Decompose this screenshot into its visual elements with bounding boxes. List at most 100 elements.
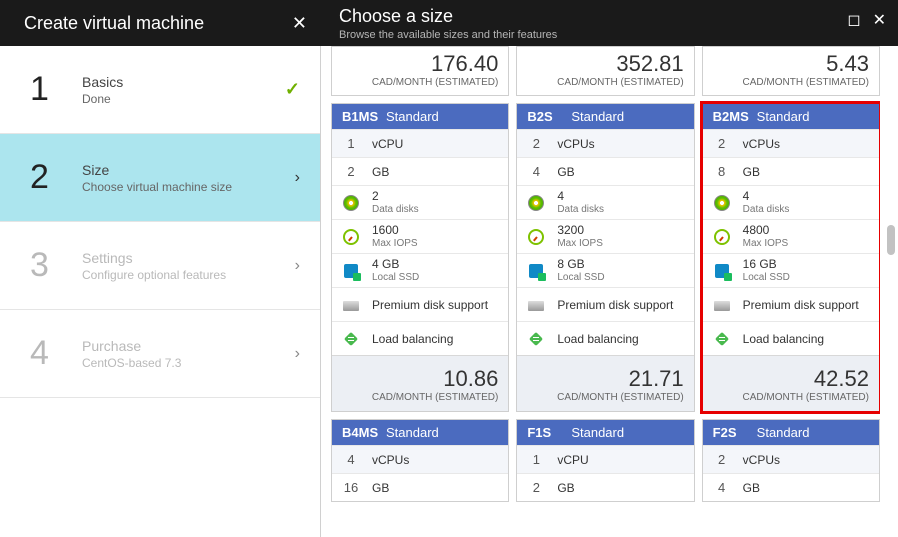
step-number: 2: [30, 158, 64, 197]
size-code: F1S: [527, 425, 571, 440]
spec-row: 4Data disks: [517, 185, 693, 219]
size-card-f1s[interactable]: F1SStandard1vCPU2GB: [516, 419, 694, 502]
spec-row: 1vCPU: [332, 129, 508, 157]
size-card-b2s[interactable]: B2SStandard2vCPUs4GB4Data disks3200Max I…: [516, 103, 694, 412]
restore-icon[interactable]: ◻: [847, 10, 860, 30]
spec-row: 4GB: [517, 157, 693, 185]
size-card-b2ms[interactable]: B2MSStandard2vCPUs8GB4Data disks4800Max …: [702, 103, 880, 412]
gauge-icon: [714, 229, 730, 245]
size-tier: Standard: [386, 425, 439, 440]
spec-value: 1600: [372, 224, 418, 237]
chevron-right-icon: ›: [295, 169, 300, 187]
spec-value: 8: [713, 164, 731, 179]
spec-label: vCPU: [557, 453, 588, 467]
spec-label: Max IOPS: [372, 238, 418, 249]
spec-value: 8 GB: [557, 258, 604, 271]
close-icon[interactable]: ✕: [292, 13, 307, 34]
chevron-right-icon: ›: [295, 345, 300, 363]
spec-label: Premium disk support: [743, 298, 859, 312]
load-balancing-icon: [528, 331, 544, 347]
spec-value: 2: [527, 136, 545, 151]
wizard-step-settings[interactable]: 3SettingsConfigure optional features›: [0, 222, 320, 310]
spec-label: GB: [743, 165, 760, 179]
price-value: 42.52: [703, 366, 869, 392]
price-value: 5.43: [703, 51, 869, 77]
size-card-b4ms[interactable]: B4MSStandard4vCPUs16GB: [331, 419, 509, 502]
spec-label: vCPUs: [557, 137, 594, 151]
spec-value: 4: [527, 164, 545, 179]
load-balancing-icon: [714, 331, 730, 347]
size-tier: Standard: [386, 109, 439, 124]
disk-icon: [343, 195, 359, 211]
spec-value: 1: [527, 452, 545, 467]
spec-value: 16 GB: [743, 258, 790, 271]
size-card-f2s[interactable]: F2SStandard2vCPUs4GB: [702, 419, 880, 502]
step-number: 3: [30, 246, 64, 285]
card-header: F1SStandard: [517, 420, 693, 445]
scrollbar-thumb[interactable]: [887, 225, 895, 255]
step-subtitle: Configure optional features: [82, 268, 295, 282]
spec-label: Data disks: [557, 204, 604, 215]
card-header: B2MSStandard: [703, 104, 879, 129]
wizard-step-size[interactable]: 2SizeChoose virtual machine size›: [0, 134, 320, 222]
spec-label: Local SSD: [743, 272, 790, 283]
step-title: Purchase: [82, 338, 295, 354]
size-card-partial-top[interactable]: 176.40CAD/MONTH (ESTIMATED): [331, 46, 509, 96]
price-unit: CAD/MONTH (ESTIMATED): [703, 77, 869, 88]
size-code: B1MS: [342, 109, 386, 124]
spec-value: 2: [527, 480, 545, 495]
close-icon[interactable]: ✕: [873, 10, 886, 30]
gauge-icon: [343, 229, 359, 245]
spec-label: Local SSD: [557, 272, 604, 283]
card-header: B1MSStandard: [332, 104, 508, 129]
spec-label: vCPUs: [743, 137, 780, 151]
spec-label: GB: [372, 165, 389, 179]
spec-row: 4GB: [703, 473, 879, 501]
size-card-b1ms[interactable]: B1MSStandard1vCPU2GB2Data disks1600Max I…: [331, 103, 509, 412]
wizard-steps: 1BasicsDone✓2SizeChoose virtual machine …: [0, 0, 321, 537]
spec-label: vCPUs: [372, 453, 409, 467]
price-value: 10.86: [332, 366, 498, 392]
spec-row: 16 GBLocal SSD: [703, 253, 879, 287]
size-code: B2MS: [713, 109, 757, 124]
spec-row: 4800Max IOPS: [703, 219, 879, 253]
wizard-step-purchase[interactable]: 4PurchaseCentOS-based 7.3›: [0, 310, 320, 398]
price-value: 352.81: [517, 51, 683, 77]
ssd-icon: [715, 264, 729, 278]
load-balancing-icon: [343, 331, 359, 347]
size-picker: 176.40CAD/MONTH (ESTIMATED)B1MSStandard1…: [321, 0, 898, 537]
size-tier: Standard: [757, 109, 810, 124]
spec-label: vCPU: [372, 137, 403, 151]
spec-value: 2: [713, 452, 731, 467]
spec-label: Max IOPS: [743, 238, 789, 249]
size-card-partial-top[interactable]: 5.43CAD/MONTH (ESTIMATED): [702, 46, 880, 96]
premium-disk-icon: [528, 301, 544, 311]
spec-label: Load balancing: [557, 332, 638, 346]
step-title: Size: [82, 162, 295, 178]
spec-label: vCPUs: [743, 453, 780, 467]
price-value: 21.71: [517, 366, 683, 392]
spec-row: Load balancing: [703, 321, 879, 355]
size-code: B2S: [527, 109, 571, 124]
check-icon: ✓: [285, 79, 300, 100]
premium-disk-icon: [714, 301, 730, 311]
spec-value: 4 GB: [372, 258, 419, 271]
price-unit: CAD/MONTH (ESTIMATED): [517, 392, 683, 403]
size-code: F2S: [713, 425, 757, 440]
spec-row: 2 vCPUs: [703, 445, 879, 473]
spec-label: Load balancing: [743, 332, 824, 346]
spec-row: 2vCPUs: [703, 129, 879, 157]
spec-label: Data disks: [372, 204, 419, 215]
spec-row: 4Data disks: [703, 185, 879, 219]
wizard-step-basics[interactable]: 1BasicsDone✓: [0, 46, 320, 134]
card-header: B2SStandard: [517, 104, 693, 129]
panel-subtitle-right: Browse the available sizes and their fea…: [339, 29, 898, 41]
size-card-partial-top[interactable]: 352.81CAD/MONTH (ESTIMATED): [516, 46, 694, 96]
spec-value: 4: [713, 480, 731, 495]
ssd-icon: [529, 264, 543, 278]
spec-value: 2: [372, 190, 419, 203]
spec-label: Data disks: [743, 204, 790, 215]
spec-row: 2Data disks: [332, 185, 508, 219]
spec-row: 3200Max IOPS: [517, 219, 693, 253]
spec-row: 2 vCPUs: [517, 129, 693, 157]
